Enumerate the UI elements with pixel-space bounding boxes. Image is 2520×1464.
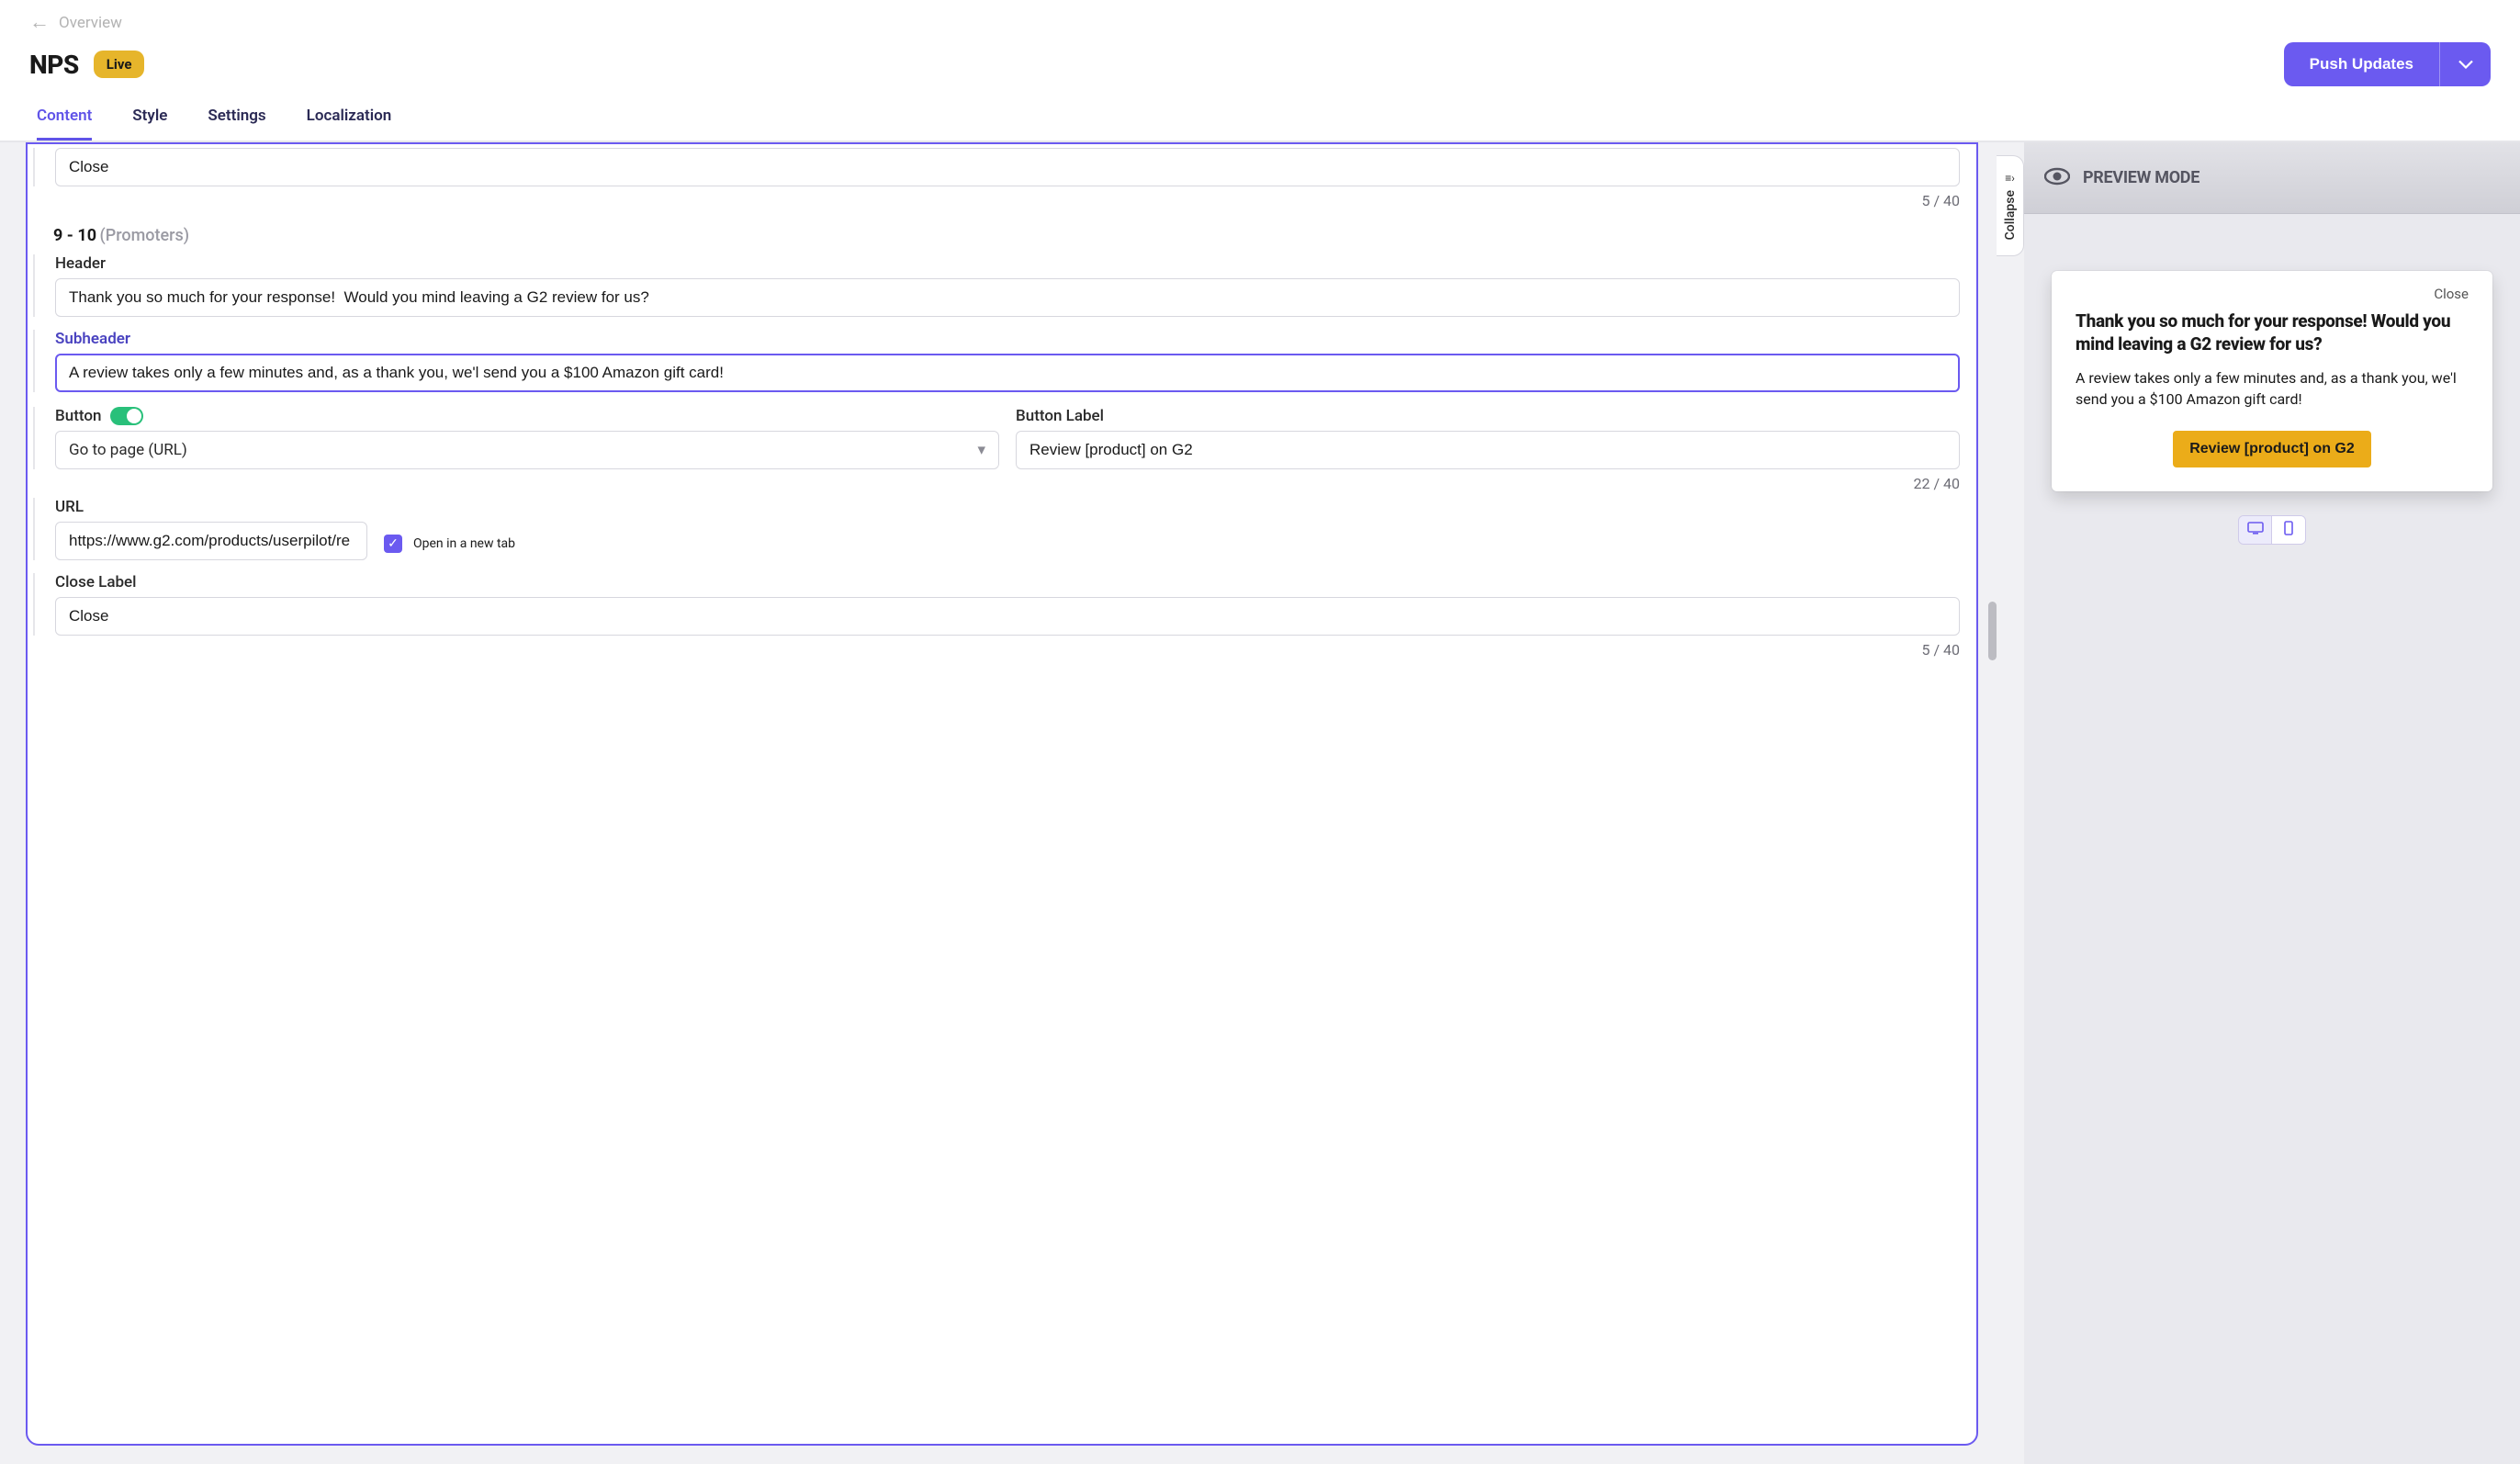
- editor-scrollbar-thumb[interactable]: [1988, 602, 1997, 660]
- desktop-icon: [2247, 522, 2264, 538]
- tab-localization[interactable]: Localization: [307, 107, 392, 141]
- push-updates-button[interactable]: Push Updates: [2284, 42, 2439, 86]
- subheader-input[interactable]: [55, 354, 1960, 392]
- close-label-input[interactable]: [55, 597, 1960, 636]
- mobile-icon: [2284, 521, 2293, 539]
- editor-wrap: 5 / 40 9 - 10 (Promoters) Header Subhead…: [0, 142, 1997, 1464]
- button-label-field-label: Button Label: [1016, 407, 1960, 425]
- url-input[interactable]: [55, 522, 367, 560]
- open-new-tab-label: Open in a new tab: [413, 536, 515, 551]
- title-bar: NPS Live Push Updates: [0, 39, 2520, 97]
- preview-panel: PREVIEW MODE Close Thank you so much for…: [2024, 142, 2520, 1464]
- chevron-down-icon: ▾: [977, 441, 985, 459]
- preview-header-text: Thank you so much for your response! Wou…: [2076, 310, 2469, 355]
- preview-close-link[interactable]: Close: [2076, 286, 2469, 302]
- device-toggle: [2238, 515, 2306, 545]
- tabs: Content Style Settings Localization: [0, 97, 2520, 141]
- prev-close-label-counter: 5 / 40: [53, 192, 1960, 209]
- open-new-tab-checkbox[interactable]: ✓: [384, 535, 402, 553]
- collapse-icon: ≡›: [2005, 172, 2015, 185]
- tab-style[interactable]: Style: [132, 107, 167, 141]
- status-badge: Live: [94, 51, 145, 78]
- back-arrow-icon[interactable]: ←: [29, 13, 50, 33]
- device-mobile-button[interactable]: [2272, 516, 2305, 544]
- prev-close-label-input[interactable]: [55, 148, 1960, 186]
- button-toggle[interactable]: [110, 407, 143, 425]
- push-updates-group: Push Updates: [2284, 42, 2491, 86]
- section-range-label: 9 - 10 (Promoters): [53, 226, 1960, 245]
- page-title: NPS: [29, 50, 79, 80]
- header-field-label: Header: [55, 254, 1960, 273]
- editor-panel: 5 / 40 9 - 10 (Promoters) Header Subhead…: [26, 142, 1978, 1446]
- breadcrumb-label[interactable]: Overview: [59, 14, 122, 32]
- button-toggle-label: Button: [55, 407, 101, 425]
- preview-body: Close Thank you so much for your respons…: [2024, 214, 2520, 1464]
- url-field-label: URL: [55, 498, 1960, 516]
- collapse-preview-handle[interactable]: ≡› Collapse: [1997, 155, 2024, 256]
- preview-mode-label: PREVIEW MODE: [2083, 168, 2199, 187]
- push-updates-dropdown[interactable]: [2439, 42, 2491, 86]
- subheader-field-label: Subheader: [55, 330, 1960, 348]
- preview-subheader-text: A review takes only a few minutes and, a…: [2076, 368, 2469, 410]
- breadcrumb: ← Overview: [0, 0, 2520, 39]
- button-action-value: Go to page (URL): [69, 441, 187, 459]
- tab-content[interactable]: Content: [37, 107, 92, 141]
- chevron-down-icon: [2458, 58, 2473, 72]
- close-label-field-label: Close Label: [55, 573, 1960, 591]
- close-label-counter: 5 / 40: [53, 641, 1960, 659]
- preview-cta-button[interactable]: Review [product] on G2: [2173, 431, 2371, 467]
- device-desktop-button[interactable]: [2239, 516, 2272, 544]
- collapse-label: Collapse: [2003, 190, 2018, 240]
- app-root: ← Overview NPS Live Push Updates Content…: [0, 0, 2520, 1464]
- button-action-select[interactable]: Go to page (URL) ▾: [55, 431, 999, 469]
- preview-card: Close Thank you so much for your respons…: [2052, 271, 2492, 491]
- header-input[interactable]: [55, 278, 1960, 317]
- button-label-counter: 22 / 40: [53, 475, 1960, 492]
- preview-header: PREVIEW MODE: [2024, 142, 2520, 214]
- tab-settings[interactable]: Settings: [208, 107, 265, 141]
- eye-icon: [2044, 167, 2070, 189]
- main-split: 5 / 40 9 - 10 (Promoters) Header Subhead…: [0, 141, 2520, 1464]
- button-label-input[interactable]: [1016, 431, 1960, 469]
